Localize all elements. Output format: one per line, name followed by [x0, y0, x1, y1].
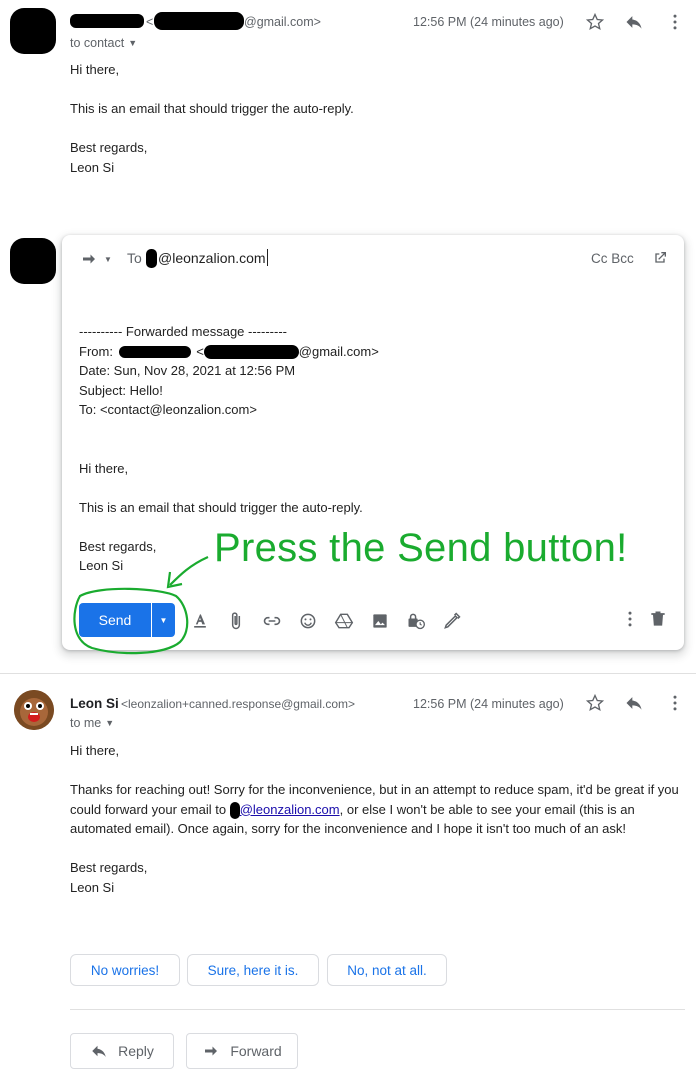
send-options-button[interactable]: ▼ [152, 603, 175, 637]
photo-icon[interactable] [368, 609, 392, 633]
reply-label: Reply [118, 1043, 154, 1059]
forward-address-link[interactable]: @leonzalion.com [240, 802, 340, 817]
thread-divider [0, 673, 696, 674]
more-options-icon[interactable] [618, 607, 642, 631]
actions-divider [70, 1009, 685, 1010]
star-icon[interactable] [583, 691, 607, 715]
body-paragraph: Thanks for reaching out! Sorry for the i… [70, 780, 682, 839]
smart-reply-chip[interactable]: Sure, here it is. [187, 954, 319, 986]
reply-button[interactable]: Reply [70, 1033, 174, 1069]
redacted-address [229, 801, 240, 819]
send-button[interactable]: Send [79, 603, 151, 637]
recipient-line[interactable]: to me ▼ [70, 716, 114, 730]
email-body: Hi there, Thanks for reaching out! Sorry… [70, 741, 682, 897]
forward-button[interactable]: Forward [186, 1033, 298, 1069]
chevron-down-icon[interactable]: ▼ [105, 718, 114, 728]
text-format-icon[interactable] [188, 609, 212, 633]
signature-icon[interactable] [440, 609, 464, 633]
forward-label: Forward [230, 1043, 282, 1059]
sender-name[interactable]: Leon Si [70, 696, 119, 711]
signoff-line: Best regards, [70, 860, 148, 875]
email-timestamp: 12:56 PM (24 minutes ago) [413, 697, 564, 711]
annotation-arrow [169, 555, 209, 586]
trash-icon[interactable] [646, 607, 670, 631]
sender-avatar[interactable] [14, 690, 54, 730]
reply-icon[interactable] [622, 691, 646, 715]
link-icon[interactable] [260, 609, 284, 633]
annotation-overlay [73, 555, 209, 655]
confidential-mode-icon[interactable] [404, 609, 428, 633]
emoji-icon[interactable] [296, 609, 320, 633]
compose-toolbar [188, 609, 464, 633]
smart-reply-chip[interactable]: No, not at all. [327, 954, 447, 986]
forward-icon [205, 1046, 218, 1056]
drive-icon[interactable] [332, 609, 356, 633]
chevron-down-icon: ▼ [159, 615, 168, 625]
attachment-icon[interactable] [224, 609, 248, 633]
reply-icon [92, 1045, 106, 1057]
signoff-line: Leon Si [70, 879, 115, 895]
greeting: Hi there, [70, 743, 120, 758]
more-options-icon[interactable] [663, 691, 687, 715]
recipient-label: to me [70, 716, 102, 730]
smart-reply-chip[interactable]: No worries! [70, 954, 180, 986]
sender-email: <leonzalion+canned.response@gmail.com> [121, 697, 355, 711]
